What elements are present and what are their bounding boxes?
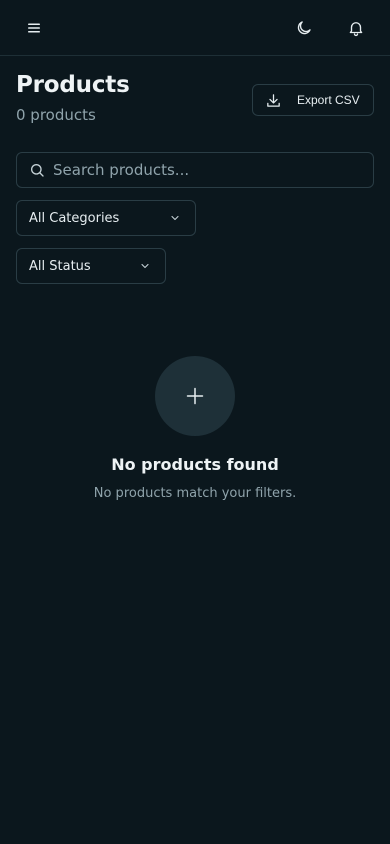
export-csv-label: Export CSV [297, 93, 360, 107]
search-icon [31, 164, 44, 177]
notifications-button[interactable] [340, 12, 372, 44]
category-select[interactable]: All Categories [16, 200, 196, 236]
bell-icon [349, 22, 363, 37]
chevron-down-icon [141, 263, 149, 269]
chevron-down-icon [171, 215, 179, 221]
category-select-value: All Categories [29, 210, 120, 226]
theme-toggle-button[interactable] [288, 12, 320, 44]
moon-icon [297, 21, 311, 35]
empty-state-title: No products found [111, 455, 279, 474]
empty-state-subtitle: No products match your filters. [93, 486, 297, 501]
search-field[interactable] [16, 152, 374, 188]
search-input[interactable] [53, 161, 353, 179]
empty-state-illustration [155, 356, 235, 436]
top-bar [0, 0, 390, 56]
status-select-value: All Status [29, 258, 91, 274]
status-select[interactable]: All Status [16, 248, 166, 284]
menu-button[interactable] [18, 12, 50, 44]
export-csv-button[interactable]: Export CSV [252, 84, 374, 116]
page-title: Products [16, 72, 130, 98]
plus-icon [186, 387, 204, 405]
product-count: 0 products [16, 106, 96, 124]
download-icon [267, 93, 280, 107]
hamburger-icon [28, 23, 40, 33]
